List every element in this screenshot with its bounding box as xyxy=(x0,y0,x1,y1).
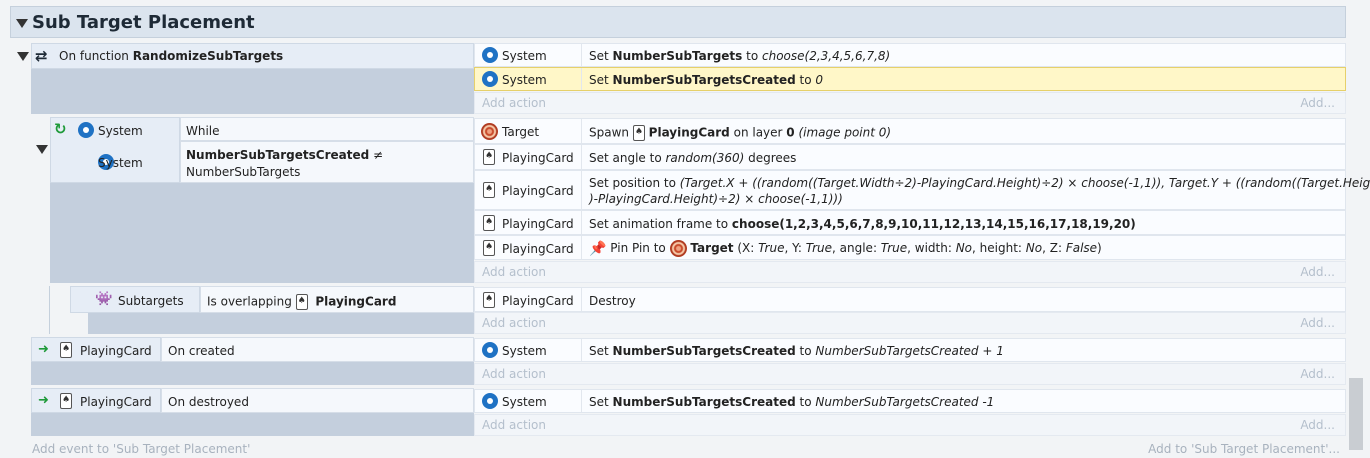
condition-text: Is overlapping xyxy=(207,294,296,309)
add-action-button[interactable]: Add action Add... xyxy=(474,92,1346,114)
playing-card-icon xyxy=(483,292,495,308)
action-object: PlayingCard xyxy=(502,294,574,308)
condition-object: System xyxy=(98,156,143,170)
action-row[interactable]: Target Spawn PlayingCard on layer 0 (ima… xyxy=(474,118,1346,144)
condition-row[interactable] xyxy=(180,117,474,141)
gear-icon xyxy=(482,71,498,87)
function-name: RandomizeSubTargets xyxy=(132,49,284,63)
condition-text: On created xyxy=(168,344,235,358)
trigger-arrow-icon: ➜ xyxy=(38,342,49,357)
condition-object-cell[interactable]: ➜ PlayingCard xyxy=(31,388,161,413)
action-object: System xyxy=(502,344,547,358)
action-object: System xyxy=(502,73,547,87)
target-icon xyxy=(481,123,498,140)
add-action-button[interactable]: Add action Add... xyxy=(474,414,1346,436)
add-to-group-link[interactable]: Add to 'Sub Target Placement'... xyxy=(1148,442,1340,456)
loop-icon: ↻ xyxy=(54,120,67,138)
trigger-arrow-icon: ➜ xyxy=(38,393,49,408)
add-action-button[interactable]: Add action Add... xyxy=(474,261,1346,283)
action-row[interactable]: PlayingCard Set animation frame to choos… xyxy=(474,210,1346,235)
action-object: PlayingCard xyxy=(502,184,574,198)
gear-icon xyxy=(482,47,498,63)
gear-icon xyxy=(482,342,498,358)
action-object: System xyxy=(502,49,547,63)
condition-object-cell[interactable]: 👾 Subtargets xyxy=(70,286,200,313)
playing-card-icon xyxy=(483,240,495,256)
condition-text: On function xyxy=(59,49,133,63)
sprite-icon: 👾 xyxy=(95,291,113,307)
action-object: PlayingCard xyxy=(502,151,574,165)
playing-card-icon xyxy=(295,294,308,310)
event-collapse-icon[interactable] xyxy=(17,52,29,61)
condition-text: While xyxy=(186,124,220,138)
condition-text: On destroyed xyxy=(168,395,249,409)
condition-row[interactable]: On destroyed xyxy=(161,388,474,413)
action-object: System xyxy=(502,395,547,409)
action-row[interactable]: System Set NumberSubTargetsCreated to Nu… xyxy=(474,389,1346,413)
condition-object: PlayingCard xyxy=(80,395,152,409)
action-row-selected[interactable]: System Set NumberSubTargetsCreated to 0 xyxy=(474,67,1346,91)
playing-card-icon xyxy=(483,215,495,231)
add-action-button[interactable]: Add action Add... xyxy=(474,312,1346,334)
condition-text: NumberSubTargets xyxy=(186,165,301,179)
function-icon: ⇄ xyxy=(35,47,48,65)
add-action-button[interactable]: Add action Add... xyxy=(474,363,1346,385)
playing-card-icon xyxy=(483,149,495,165)
condition-object: Subtargets xyxy=(118,294,184,308)
action-row[interactable]: System Set NumberSubTargetsCreated to Nu… xyxy=(474,338,1346,362)
condition-row[interactable]: On created xyxy=(161,337,474,362)
condition-object-cell[interactable]: ➜ PlayingCard xyxy=(31,337,161,362)
action-row[interactable]: PlayingCard Destroy xyxy=(474,287,1346,312)
condition-row[interactable]: ⇄ On function RandomizeSubTargets xyxy=(31,43,474,69)
add-event-link[interactable]: Add event to 'Sub Target Placement' xyxy=(32,442,250,456)
playing-card-icon xyxy=(483,182,495,198)
scrollbar-thumb[interactable] xyxy=(1349,378,1363,450)
target-icon xyxy=(669,240,687,257)
gear-icon xyxy=(482,393,498,409)
condition-variable: NumberSubTargetsCreated xyxy=(186,148,370,162)
action-object: Target xyxy=(502,125,540,139)
playing-card-icon xyxy=(60,342,72,358)
gear-icon xyxy=(78,122,94,138)
action-row[interactable]: PlayingCard Set angle to random(360) deg… xyxy=(474,144,1346,170)
playing-card-icon xyxy=(60,393,72,409)
condition-row[interactable]: Is overlapping PlayingCard xyxy=(200,286,474,313)
tree-line xyxy=(49,286,50,334)
group-collapse-icon[interactable] xyxy=(16,19,28,28)
playing-card-icon xyxy=(632,125,645,141)
action-row[interactable]: PlayingCard 📌 Pin Pin to Target (X: True… xyxy=(474,235,1346,260)
condition-object: System xyxy=(98,124,143,138)
group-title: Sub Target Placement xyxy=(32,12,255,33)
action-row[interactable]: System Set NumberSubTargets to choose(2,… xyxy=(474,43,1346,67)
pin-icon: 📌 xyxy=(589,240,607,257)
event-collapse-icon[interactable] xyxy=(36,145,48,154)
action-object: PlayingCard xyxy=(502,217,574,231)
action-row[interactable]: PlayingCard Set position to (Target.X + … xyxy=(474,170,1370,210)
condition-object: PlayingCard xyxy=(80,344,152,358)
action-object: PlayingCard xyxy=(502,242,574,256)
